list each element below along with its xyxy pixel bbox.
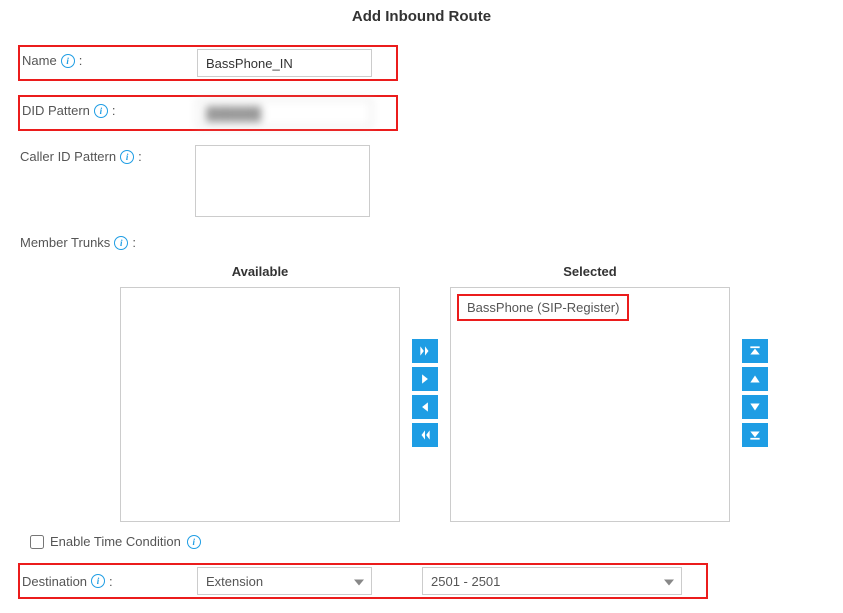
info-icon[interactable]: i: [91, 574, 105, 588]
member-trunks-transfer: Available Selected BassPhone (SIP-Regist…: [120, 264, 823, 522]
name-label: Name: [22, 53, 57, 68]
move-right-button[interactable]: [412, 367, 438, 391]
enable-time-condition-checkbox[interactable]: [30, 535, 44, 549]
move-all-right-button[interactable]: [412, 339, 438, 363]
destination-type-select[interactable]: Extension: [197, 567, 372, 595]
destination-target-value: 2501 - 2501: [431, 574, 500, 589]
info-icon[interactable]: i: [114, 236, 128, 250]
destination-type-value: Extension: [206, 574, 263, 589]
info-icon[interactable]: i: [120, 150, 134, 164]
name-label-cell: Name i :: [22, 49, 197, 68]
did-pattern-input[interactable]: ██████: [197, 99, 372, 127]
available-list[interactable]: [120, 287, 400, 522]
order-buttons: [742, 339, 768, 447]
caller-id-pattern-label: Caller ID Pattern: [20, 149, 116, 164]
selected-column: Selected BassPhone (SIP-Register): [450, 264, 730, 522]
destination-row: Destination i : Extension 2501 - 2501: [18, 563, 708, 599]
move-left-button[interactable]: [412, 395, 438, 419]
info-icon[interactable]: i: [94, 104, 108, 118]
move-up-button[interactable]: [742, 367, 768, 391]
move-bottom-button[interactable]: [742, 423, 768, 447]
caller-id-pattern-input[interactable]: [195, 145, 370, 217]
member-trunks-label: Member Trunks: [20, 235, 110, 250]
member-trunks-label-cell: Member Trunks i :: [20, 231, 136, 250]
available-header: Available: [120, 264, 400, 279]
destination-label: Destination: [22, 574, 87, 589]
selected-header: Selected: [450, 264, 730, 279]
caller-id-pattern-label-cell: Caller ID Pattern i :: [20, 145, 195, 164]
move-buttons: [412, 339, 438, 447]
enable-time-condition-label: Enable Time Condition: [50, 534, 181, 549]
name-input[interactable]: [197, 49, 372, 77]
did-pattern-label: DID Pattern: [22, 103, 90, 118]
selected-list[interactable]: BassPhone (SIP-Register): [450, 287, 730, 522]
move-down-button[interactable]: [742, 395, 768, 419]
available-column: Available: [120, 264, 400, 522]
move-top-button[interactable]: [742, 339, 768, 363]
info-icon[interactable]: i: [187, 535, 201, 549]
did-pattern-label-cell: DID Pattern i :: [22, 99, 197, 118]
move-all-left-button[interactable]: [412, 423, 438, 447]
list-item[interactable]: BassPhone (SIP-Register): [457, 294, 629, 321]
destination-target-select[interactable]: 2501 - 2501: [422, 567, 682, 595]
info-icon[interactable]: i: [61, 54, 75, 68]
destination-label-cell: Destination i :: [22, 574, 197, 589]
page-title: Add Inbound Route: [20, 8, 823, 25]
enable-time-condition-row: Enable Time Condition i: [30, 534, 823, 549]
